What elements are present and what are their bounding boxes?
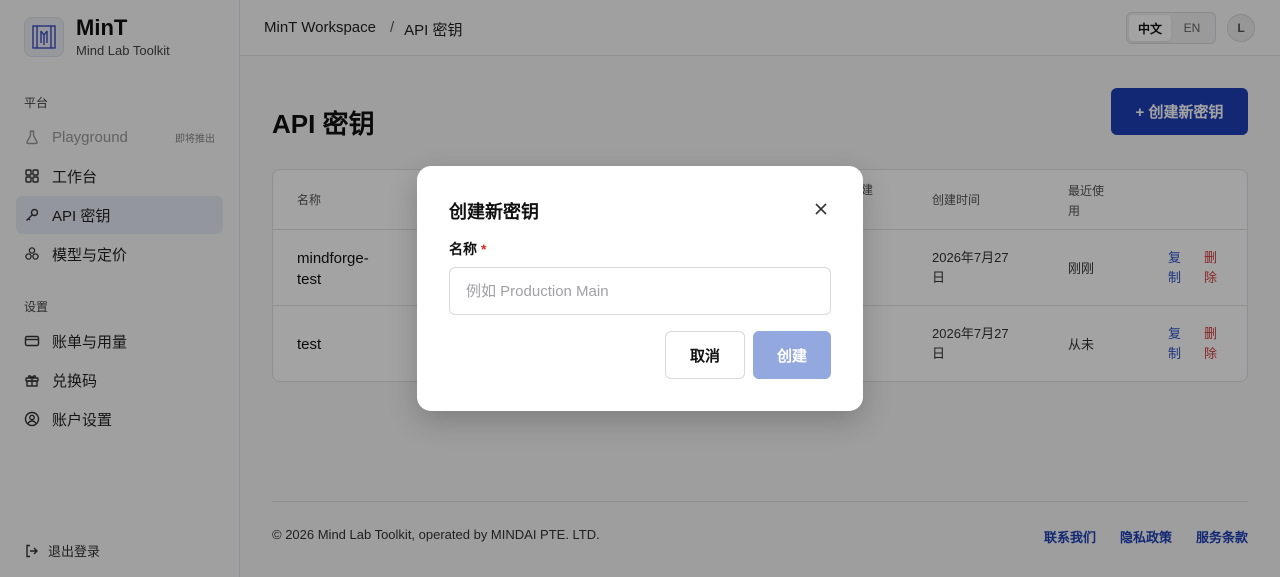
cancel-button[interactable]: 取消 [665,331,745,379]
close-icon [815,203,827,215]
key-name-input[interactable] [449,267,831,315]
name-field-label-text: 名称 [449,241,477,257]
required-mark: * [481,241,487,257]
create-key-dialog: 创建新密钥 名称* 取消 创建 [417,166,863,411]
dialog-title: 创建新密钥 [449,202,539,222]
close-button[interactable] [811,199,831,219]
name-field-label: 名称 * [449,239,486,259]
create-button[interactable]: 创建 [753,331,831,379]
